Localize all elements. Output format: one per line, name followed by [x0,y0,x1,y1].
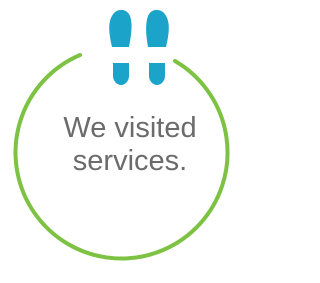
footprints-icon [109,9,169,85]
caption-line-1: We visited [63,112,197,144]
caption-line-2: services. [72,145,188,177]
caption: We visited services. [40,112,220,178]
